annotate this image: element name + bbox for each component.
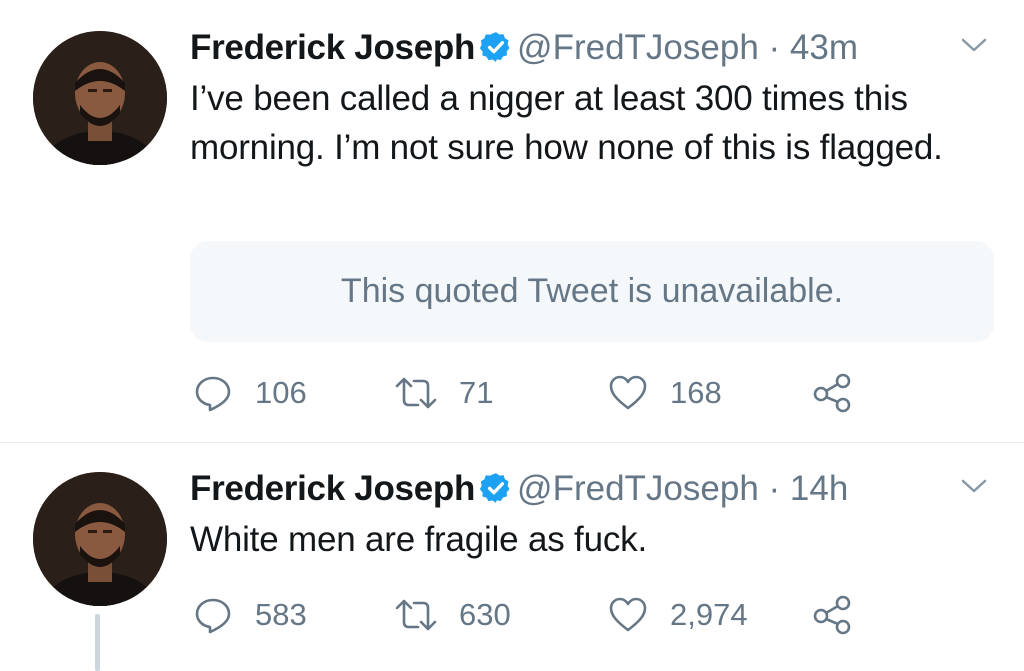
tweet-2[interactable]: Frederick Joseph @FredTJoseph · 14h White… xyxy=(0,443,1024,671)
reply-count: 583 xyxy=(255,597,307,632)
like-count: 2,974 xyxy=(670,597,748,632)
quoted-tweet-unavailable-text: This quoted Tweet is unavailable. xyxy=(340,272,844,310)
verified-badge-icon xyxy=(479,32,510,62)
tweet-1[interactable]: Frederick Joseph @FredTJoseph · 43m I’ve … xyxy=(0,0,1024,443)
retweet-icon xyxy=(395,377,437,409)
like-button[interactable]: 2,974 xyxy=(608,590,748,640)
avatar[interactable] xyxy=(33,31,167,165)
like-button[interactable]: 168 xyxy=(608,368,722,418)
tweet-actions: 106 71 168 xyxy=(190,368,890,418)
retweet-button[interactable]: 71 xyxy=(395,368,493,418)
author-handle[interactable]: @FredTJoseph xyxy=(517,28,759,67)
heart-icon xyxy=(609,375,647,410)
thread-line xyxy=(95,614,100,671)
reply-count: 106 xyxy=(255,375,307,410)
separator: · xyxy=(768,469,781,508)
chevron-down-icon[interactable] xyxy=(957,30,991,60)
tweet-header: Frederick Joseph @FredTJoseph · 43m xyxy=(190,24,990,72)
quoted-tweet[interactable]: This quoted Tweet is unavailable. xyxy=(190,241,994,342)
author-name[interactable]: Frederick Joseph xyxy=(190,469,475,508)
reply-button[interactable]: 583 xyxy=(193,590,307,640)
retweet-count: 630 xyxy=(459,597,511,632)
share-button[interactable] xyxy=(812,590,854,640)
timestamp[interactable]: 43m xyxy=(790,28,858,67)
tweet-actions: 583 630 2,974 xyxy=(190,590,890,640)
share-icon xyxy=(813,373,851,413)
like-count: 168 xyxy=(670,375,722,410)
reply-icon xyxy=(195,376,231,412)
separator: · xyxy=(768,28,781,67)
verified-badge-icon xyxy=(479,473,510,503)
tweet-text: White men are fragile as fuck. xyxy=(190,520,647,559)
chevron-down-icon[interactable] xyxy=(957,471,991,501)
retweet-button[interactable]: 630 xyxy=(395,590,511,640)
share-icon xyxy=(813,595,851,635)
share-button[interactable] xyxy=(812,368,854,418)
heart-icon xyxy=(609,597,647,632)
author-handle[interactable]: @FredTJoseph xyxy=(517,469,759,508)
avatar[interactable] xyxy=(33,472,167,606)
retweet-icon xyxy=(395,599,437,631)
tweet-text: I’ve been called a nigger at least 300 t… xyxy=(190,79,943,167)
reply-button[interactable]: 106 xyxy=(193,368,307,418)
timestamp[interactable]: 14h xyxy=(790,469,848,508)
tweet-header: Frederick Joseph @FredTJoseph · 14h xyxy=(190,465,990,513)
reply-icon xyxy=(195,598,231,634)
retweet-count: 71 xyxy=(459,375,494,410)
author-name[interactable]: Frederick Joseph xyxy=(190,28,475,67)
